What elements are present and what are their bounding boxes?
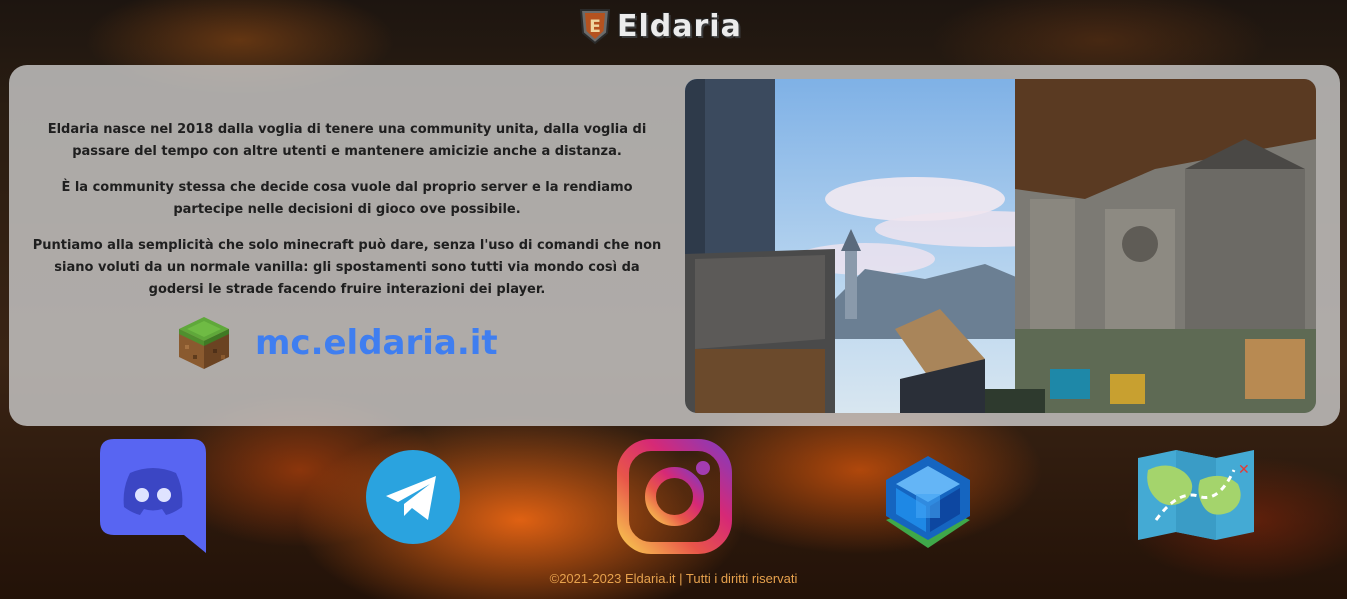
shield-letter: E [589, 17, 601, 37]
brand-name: Eldaria [617, 8, 742, 44]
site-logo[interactable]: E Eldaria [579, 6, 742, 46]
about-paragraph-3: Puntiamo alla semplicità che solo minecr… [32, 238, 662, 297]
shield-logo-icon: E [579, 9, 611, 45]
discord-icon[interactable] [100, 439, 206, 553]
cube-icon[interactable] [878, 452, 978, 552]
telegram-icon[interactable] [366, 450, 460, 544]
grass-block-icon [179, 317, 229, 369]
server-screenshot [685, 79, 1316, 413]
server-address-block[interactable]: mc.eldaria.it [177, 315, 498, 371]
about-text: Eldaria nasce nel 2018 dalla voglia di t… [27, 119, 667, 315]
server-address[interactable]: mc.eldaria.it [255, 323, 498, 363]
about-paragraph-2: È la community stessa che decide cosa vu… [61, 180, 633, 217]
map-icon[interactable]: ✕ [1138, 450, 1254, 540]
svg-text:✕: ✕ [1238, 462, 1250, 478]
footer-copyright: ©2021-2023 Eldaria.it | Tutti i diritti … [549, 571, 798, 586]
instagram-icon[interactable] [617, 439, 732, 554]
intro-panel: Eldaria nasce nel 2018 dalla voglia di t… [9, 65, 1340, 426]
about-paragraph-1: Eldaria nasce nel 2018 dalla voglia di t… [47, 122, 647, 159]
